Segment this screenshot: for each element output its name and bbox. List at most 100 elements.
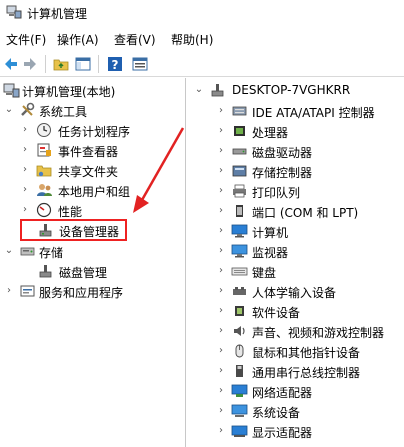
window-title: 计算机管理 xyxy=(27,7,88,21)
device-category-item[interactable]: › 处理器 xyxy=(190,122,404,141)
device-category-label: 端口 (COM 和 LPT) xyxy=(252,206,359,220)
toolbar-separator xyxy=(98,55,99,73)
hid-icon xyxy=(233,287,246,295)
toolbar-separator xyxy=(45,55,46,73)
tree-item-shared-folders[interactable]: › 共享文件夹 xyxy=(0,161,186,180)
device-category-item[interactable]: › 计算机 xyxy=(190,222,404,241)
show-hide-tree-icon[interactable] xyxy=(74,55,92,73)
monitor-icon xyxy=(231,244,248,258)
forward-arrow-icon[interactable] xyxy=(21,55,39,73)
expand-chevron-icon[interactable]: › xyxy=(216,205,226,217)
expand-chevron-icon[interactable]: › xyxy=(20,144,30,156)
tree-item-event-viewer[interactable]: › 事件查看器 xyxy=(0,141,186,160)
properties-icon[interactable] xyxy=(131,55,149,73)
tree-item-local-users[interactable]: › 本地用户和组 xyxy=(0,181,186,200)
up-folder-icon[interactable] xyxy=(52,55,70,73)
expand-chevron-icon[interactable]: › xyxy=(216,345,226,357)
menu-action[interactable]: 操作(A) xyxy=(57,31,99,48)
device-category-label: 通用串行总线控制器 xyxy=(252,366,361,380)
expand-chevron-icon[interactable]: › xyxy=(216,225,226,237)
tree-item-label: 性能 xyxy=(58,205,83,219)
device-category-item[interactable]: › 软件设备 xyxy=(190,302,404,321)
help-icon[interactable]: ? xyxy=(106,55,124,73)
tree-item-label: 共享文件夹 xyxy=(58,165,119,179)
device-category-label: IDE ATA/ATAPI 控制器 xyxy=(252,106,375,120)
device-category-item[interactable]: › IDE ATA/ATAPI 控制器 xyxy=(190,102,404,121)
device-category-item[interactable]: › 存储控制器 xyxy=(190,162,404,181)
collapse-chevron-icon[interactable]: ⌄ xyxy=(194,84,204,96)
expand-chevron-icon[interactable]: › xyxy=(216,425,226,437)
tools-icon xyxy=(21,102,35,116)
event-viewer-icon xyxy=(37,143,51,157)
expand-chevron-icon[interactable]: › xyxy=(216,145,226,157)
expand-chevron-icon[interactable]: › xyxy=(4,285,14,297)
device-category-item[interactable]: › 通用串行总线控制器 xyxy=(190,362,404,381)
expand-chevron-icon[interactable]: › xyxy=(216,265,226,277)
expand-chevron-icon[interactable]: › xyxy=(216,365,226,377)
device-category-label: 打印队列 xyxy=(252,186,301,200)
display-adapter-icon xyxy=(231,425,248,437)
tree-item-task-scheduler[interactable]: › 任务计划程序 xyxy=(0,121,186,140)
back-arrow-icon[interactable] xyxy=(2,55,20,73)
svg-text:?: ? xyxy=(112,58,119,72)
tree-item-services-apps[interactable]: › 服务和应用程序 xyxy=(0,282,186,301)
expand-chevron-icon[interactable]: › xyxy=(20,184,30,196)
device-category-item[interactable]: › 系统设备 xyxy=(190,402,404,421)
keyboard-icon xyxy=(231,267,248,276)
port-icon xyxy=(236,205,243,217)
device-category-item[interactable]: › 网络适配器 xyxy=(190,382,404,401)
device-category-item[interactable]: › 监视器 xyxy=(190,242,404,261)
device-category-label: 系统设备 xyxy=(252,406,301,420)
tree-item-computer-management[interactable]: 计算机管理(本地) xyxy=(0,81,186,100)
expand-chevron-icon[interactable]: › xyxy=(216,105,226,117)
expand-chevron-icon[interactable]: › xyxy=(216,165,226,177)
device-category-item[interactable]: › 显示适配器 xyxy=(190,422,404,441)
sound-icon xyxy=(234,326,245,336)
menu-view[interactable]: 查看(V) xyxy=(114,31,156,48)
device-tree: ⌄ DESKTOP-7VGHKRR › IDE ATA/ATAPI 控制器 › 处理器… xyxy=(190,78,404,447)
annotation-highlight-box xyxy=(20,219,127,241)
expand-chevron-icon[interactable]: › xyxy=(216,125,226,137)
expand-chevron-icon[interactable]: › xyxy=(216,245,226,257)
tree-item-performance[interactable]: › 性能 xyxy=(0,201,186,220)
services-icon xyxy=(20,285,35,297)
device-category-item[interactable]: › 鼠标和其他指针设备 xyxy=(190,342,404,361)
shared-folder-icon xyxy=(36,165,52,177)
device-category-label: 计算机 xyxy=(252,226,289,240)
tree-item-storage[interactable]: ⌄ 存储 xyxy=(0,242,186,261)
expand-chevron-icon[interactable]: › xyxy=(216,185,226,197)
device-category-item[interactable]: › 声音、视频和游戏控制器 xyxy=(190,322,404,341)
device-category-label: 存储控制器 xyxy=(252,166,313,180)
expand-chevron-icon[interactable]: › xyxy=(20,204,30,216)
toolbar: ? xyxy=(0,51,404,77)
device-tree-root[interactable]: ⌄ DESKTOP-7VGHKRR xyxy=(190,81,404,100)
expand-chevron-icon[interactable]: › xyxy=(216,325,226,337)
expand-chevron-icon[interactable]: › xyxy=(216,305,226,317)
device-category-item[interactable]: › 键盘 xyxy=(190,262,404,281)
device-category-item[interactable]: › 打印队列 xyxy=(190,182,404,201)
device-category-label: 鼠标和其他指针设备 xyxy=(252,346,361,360)
expand-chevron-icon[interactable]: › xyxy=(216,285,226,297)
tree-item-disk-management[interactable]: 磁盘管理 xyxy=(0,262,186,281)
device-category-label: 显示适配器 xyxy=(252,426,313,440)
collapse-chevron-icon[interactable]: ⌄ xyxy=(4,245,14,257)
expand-chevron-icon[interactable]: › xyxy=(20,164,30,176)
expand-chevron-icon[interactable]: › xyxy=(216,405,226,417)
collapse-chevron-icon[interactable]: ⌄ xyxy=(4,104,14,116)
menu-help[interactable]: 帮助(H) xyxy=(171,31,213,48)
storage-icon xyxy=(20,247,35,256)
system-device-icon xyxy=(231,404,248,417)
disk-management-icon xyxy=(39,265,52,278)
expand-chevron-icon[interactable]: › xyxy=(216,385,226,397)
tree-item-system-tools[interactable]: ⌄ 系统工具 xyxy=(0,101,186,120)
device-category-item[interactable]: › 端口 (COM 和 LPT) xyxy=(190,202,404,221)
device-category-label: 磁盘驱动器 xyxy=(252,146,313,160)
device-category-item[interactable]: › 人体学输入设备 xyxy=(190,282,404,301)
device-category-item[interactable]: › 磁盘驱动器 xyxy=(190,142,404,161)
expand-chevron-icon[interactable]: › xyxy=(20,124,30,136)
software-device-icon xyxy=(235,306,244,316)
menu-file[interactable]: 文件(F) xyxy=(6,31,46,48)
computer-management-icon xyxy=(3,83,20,98)
device-category-label: 软件设备 xyxy=(252,306,301,320)
device-category-label: 键盘 xyxy=(252,266,277,280)
